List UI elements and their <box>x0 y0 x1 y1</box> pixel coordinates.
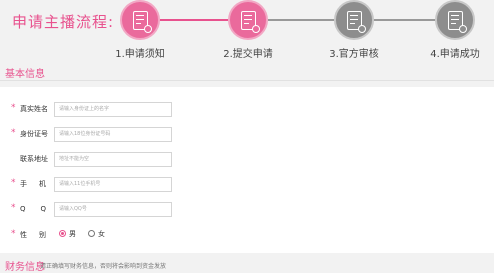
step-2-label: 2.提交申请 <box>223 49 273 60</box>
basic-info-form: * 真实姓名 * 身份证号 联系地址 * 手 机 * Q Q * 性 别 男 女 <box>0 87 494 253</box>
step-1-label: 1.申请须知 <box>115 49 165 60</box>
document-search-icon <box>346 10 366 33</box>
form-row-phone: * 手 机 <box>0 177 494 193</box>
step-3-circle <box>334 0 374 40</box>
step-3-label: 3.官方审核 <box>329 49 379 60</box>
required-marker: * <box>11 203 16 213</box>
document-edit-icon <box>132 10 152 33</box>
step-4-label: 4.申请成功 <box>430 49 480 60</box>
qq-input[interactable] <box>54 202 172 217</box>
phone-input[interactable] <box>54 177 172 192</box>
real-name-input[interactable] <box>54 102 172 117</box>
real-name-label: 真实姓名 <box>20 105 48 113</box>
id-number-input[interactable] <box>54 127 172 142</box>
form-row-address: 联系地址 <box>0 152 494 168</box>
step-connector <box>160 19 228 21</box>
finance-info-heading: 财务信息 <box>5 262 45 273</box>
step-4-circle <box>435 0 475 40</box>
section-divider <box>0 80 494 81</box>
step-1-circle <box>120 0 160 40</box>
gender-label: 性 别 <box>20 231 46 239</box>
form-row-id: * 身份证号 <box>0 127 494 143</box>
required-marker: * <box>11 103 16 113</box>
form-row-qq: * Q Q <box>0 202 494 218</box>
id-number-label: 身份证号 <box>20 130 48 138</box>
basic-info-heading: 基本信息 <box>5 69 45 80</box>
qq-label: Q Q <box>20 205 46 213</box>
gender-female-radio[interactable] <box>88 230 95 237</box>
address-label: 联系地址 <box>20 155 48 163</box>
finance-info-note: 请正确填写财务信息，否则将会影响到资金发放 <box>40 263 167 270</box>
address-input[interactable] <box>54 152 172 167</box>
gender-male-label[interactable]: 男 <box>69 229 76 239</box>
step-2-circle <box>228 0 268 40</box>
form-row-name: * 真实姓名 <box>0 102 494 118</box>
step-connector <box>374 19 435 21</box>
gender-female-label[interactable]: 女 <box>98 229 105 239</box>
required-marker: * <box>11 178 16 188</box>
gender-male-radio[interactable] <box>59 230 66 237</box>
document-edit-icon <box>240 10 260 33</box>
required-marker: * <box>11 229 16 239</box>
form-row-gender: * 性 别 男 女 <box>0 228 494 244</box>
progress-steps: 1.申请须知 2.提交申请 3.官方审核 4.申请成功 <box>0 0 494 62</box>
step-connector <box>268 19 334 21</box>
phone-label: 手 机 <box>20 180 46 188</box>
required-marker: * <box>11 128 16 138</box>
document-check-icon <box>447 10 467 33</box>
